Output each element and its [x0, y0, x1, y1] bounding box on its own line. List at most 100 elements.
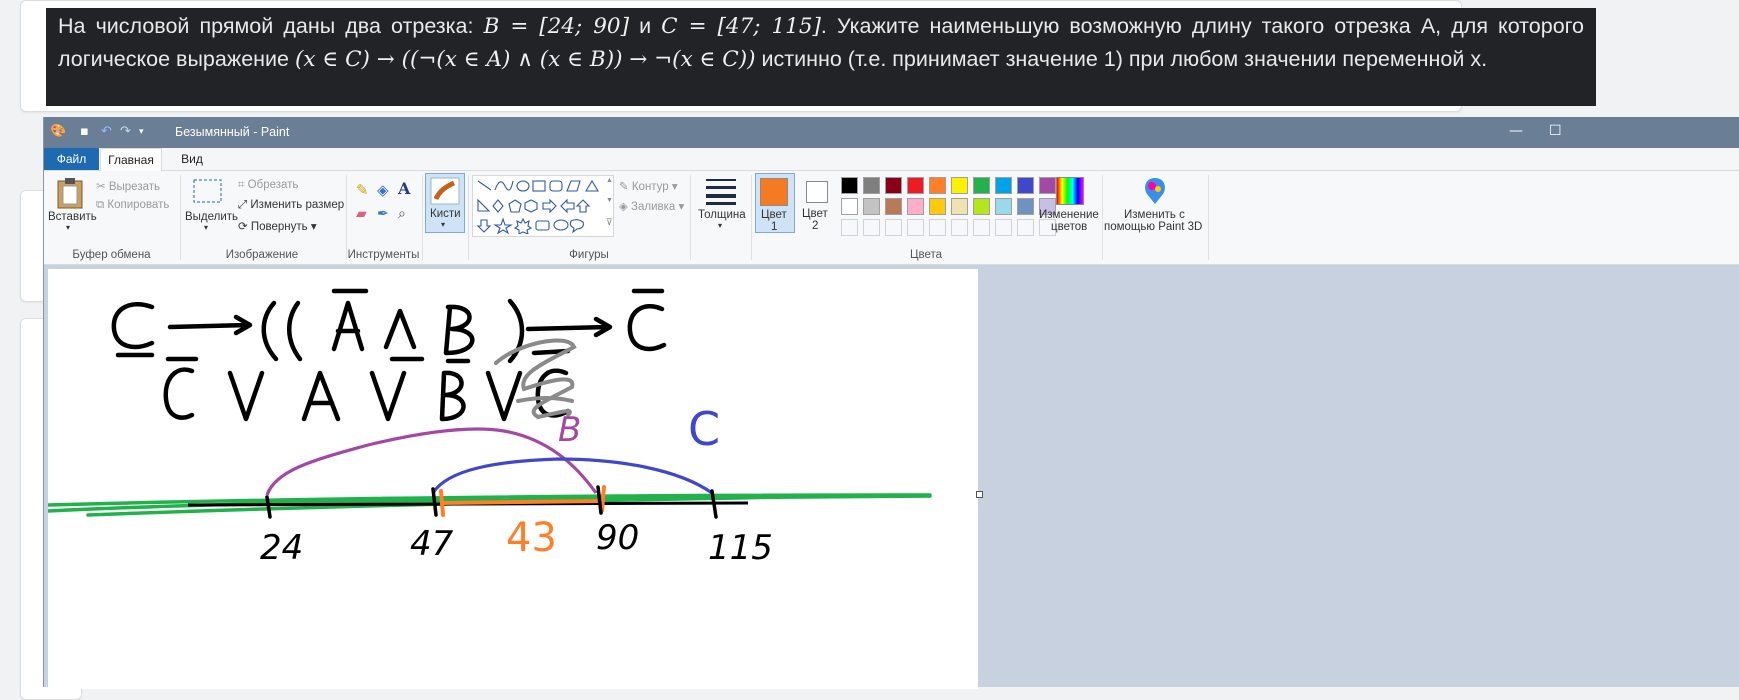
divider	[690, 175, 691, 260]
label-b: B	[558, 410, 581, 450]
brushes-button[interactable]: Кисти ▾	[425, 173, 465, 233]
palette-color-swatch[interactable]	[885, 177, 902, 194]
or-sign	[485, 370, 523, 422]
save-icon[interactable]: ▪	[80, 125, 89, 139]
palette-color-swatch[interactable]	[841, 177, 858, 194]
palette-color-swatch[interactable]	[929, 177, 946, 194]
divider	[1208, 175, 1209, 260]
palette-color-swatch[interactable]	[863, 177, 880, 194]
letter-a-2	[301, 370, 341, 422]
task-part-2: и	[628, 14, 662, 38]
resize-button[interactable]: ⤢ Изменить размер	[238, 199, 344, 212]
handwritten-drawing: B C 24 47 90 115 43	[48, 288, 932, 568]
maximize-button[interactable]: ☐	[1549, 123, 1562, 139]
outline-button[interactable]: ✎ Контур ▾	[619, 179, 678, 193]
palette-color-swatch[interactable]	[973, 198, 990, 215]
tab-home[interactable]: Главная	[100, 148, 162, 171]
shapes-group-label: Фигуры	[569, 249, 609, 261]
color1-number: 1	[771, 221, 778, 233]
palette-color-swatch[interactable]	[951, 198, 968, 215]
paint3d-button[interactable]: Изменить с помощью Paint 3D	[1104, 175, 1206, 235]
drawing-canvas[interactable]: B C 24 47 90 115 43	[48, 269, 978, 689]
quick-access-dropdown-icon[interactable]: ▾	[139, 125, 144, 139]
paint3d-label-2: помощью Paint 3D	[1104, 221, 1203, 233]
brushes-dropdown-icon: ▾	[441, 220, 446, 229]
color-wheel-icon	[1056, 177, 1084, 205]
palette-color-swatch[interactable]	[1017, 177, 1034, 194]
color2-button[interactable]: Цвет 2	[797, 173, 837, 233]
palette-color-swatch[interactable]	[863, 219, 880, 236]
palette-color-swatch[interactable]	[841, 219, 858, 236]
palette-color-swatch[interactable]	[841, 198, 858, 215]
palette-color-swatch[interactable]	[863, 198, 880, 215]
copy-button[interactable]: ⧉ Копировать	[96, 199, 169, 212]
ribbon-tabs: Файл Главная Вид	[44, 148, 1739, 171]
color2-number: 2	[812, 220, 819, 232]
palette-color-swatch[interactable]	[1017, 198, 1034, 215]
divider	[346, 175, 347, 260]
text-icon[interactable]: A	[398, 179, 410, 198]
tab-file[interactable]: Файл	[44, 148, 99, 170]
palette-color-swatch[interactable]	[929, 198, 946, 215]
cut-button[interactable]: ✂ Вырезать	[96, 179, 160, 193]
eraser-icon[interactable]: ▰	[356, 205, 367, 222]
size-dropdown-icon: ▾	[718, 221, 723, 230]
resize-label: Изменить размер	[250, 199, 345, 211]
paste-dropdown-icon: ▾	[66, 223, 71, 232]
fill-bucket-icon[interactable]: ◈	[377, 181, 389, 199]
palette-color-swatch[interactable]	[973, 177, 990, 194]
palette-color-swatch[interactable]	[929, 219, 946, 236]
task-part-1: На числовой прямой даны два отрезка:	[58, 14, 484, 38]
colors-group-label: Цвета	[909, 249, 943, 261]
palette-color-swatch[interactable]	[907, 219, 924, 236]
tab-view[interactable]: Вид	[172, 148, 212, 170]
magnifier-icon[interactable]: ⌕	[398, 205, 406, 222]
divider	[422, 175, 423, 260]
paste-button[interactable]: Вставить ▾	[48, 175, 97, 233]
label-90: 90	[596, 518, 639, 558]
and-sign	[383, 308, 417, 350]
tools-group-label: Инструменты	[347, 249, 420, 261]
rotate-button[interactable]: ⟳ Повернуть ▾	[238, 219, 317, 233]
fill-button[interactable]: ◈ Заливка ▾	[619, 199, 684, 213]
palette-color-swatch[interactable]	[973, 219, 990, 236]
palette-color-swatch[interactable]	[951, 219, 968, 236]
segment-b-arc	[265, 427, 598, 496]
shapes-more-icon[interactable]: ⊽	[606, 217, 613, 228]
shapes-gallery[interactable]	[472, 175, 614, 237]
image-group-label: Изображение	[225, 249, 299, 261]
palette-color-swatch[interactable]	[1017, 219, 1034, 236]
label-length-43: 43	[506, 515, 557, 561]
paint-app-icon: 🎨	[50, 124, 67, 139]
color2-label: Цвет	[802, 208, 828, 220]
select-button[interactable]: Выделить ▾	[184, 175, 238, 233]
segment-c-formula: C = [47; 115]	[661, 14, 821, 39]
canvas-resize-handle[interactable]	[976, 491, 983, 498]
paren-2	[287, 300, 303, 362]
palette-color-swatch[interactable]	[995, 219, 1012, 236]
minimize-button[interactable]: —	[1509, 123, 1523, 139]
size-button[interactable]: Толщина ▾	[696, 175, 746, 235]
crop-button[interactable]: ⌗ Обрезать	[238, 179, 298, 192]
palette-color-swatch[interactable]	[995, 177, 1012, 194]
undo-icon[interactable]: ↶	[101, 125, 112, 139]
edit-colors-button[interactable]: Изменение цветов	[1039, 175, 1101, 235]
shapes-scroll-down-icon[interactable]: ▼	[606, 197, 613, 204]
letter-a-1	[331, 300, 365, 352]
color-picker-icon[interactable]: ✒	[377, 205, 389, 222]
palette-color-swatch[interactable]	[907, 177, 924, 194]
color1-button[interactable]: Цвет 1	[755, 173, 795, 233]
palette-color-swatch[interactable]	[885, 219, 902, 236]
redo-icon[interactable]: ↷	[120, 125, 131, 139]
palette-color-swatch[interactable]	[951, 177, 968, 194]
shapes-scroll-up-icon[interactable]: ▲	[606, 177, 613, 184]
palette-color-swatch[interactable]	[907, 198, 924, 215]
pencil-icon[interactable]: ✎	[356, 181, 369, 199]
segment-b-formula: B = [24; 90]	[483, 14, 629, 39]
paint3d-icon	[1145, 178, 1165, 204]
palette-color-swatch[interactable]	[995, 198, 1012, 215]
color1-label: Цвет	[761, 209, 787, 221]
title-bar: 🎨 ▪ ↶ ↷ ▾ Безымянный - Paint — ☐	[44, 117, 1739, 148]
palette-color-swatch[interactable]	[885, 198, 902, 215]
size-label: Толщина	[698, 209, 746, 221]
